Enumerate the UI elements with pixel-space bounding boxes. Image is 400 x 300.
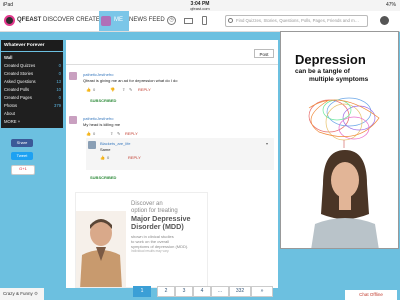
subscribed-button[interactable]: SUBSCRIBED xyxy=(90,175,116,180)
dislike-icon[interactable]: 👎 xyxy=(110,87,115,92)
menu-count: 13 xyxy=(56,79,61,84)
man-portrait-photo xyxy=(76,211,126,287)
reply-button[interactable]: REPLY xyxy=(128,155,141,160)
menu-count: 0 xyxy=(58,71,61,76)
menu-label: Asked Questions xyxy=(4,79,36,84)
avatar[interactable] xyxy=(69,72,77,80)
menu-label: Created Pages xyxy=(4,95,32,100)
post-username[interactable]: patheticJesthefro xyxy=(83,72,113,77)
reply-text: Same xyxy=(100,147,111,152)
facebook-share-button[interactable]: Share xyxy=(11,139,33,147)
divider xyxy=(66,64,278,65)
clock-icon[interactable]: ◷ xyxy=(167,16,176,25)
mail-icon[interactable] xyxy=(184,18,193,24)
ad-sub-4: Individual results may vary. xyxy=(131,249,170,253)
comment-icon[interactable]: ✎ xyxy=(129,87,132,92)
settings-icon[interactable] xyxy=(380,16,389,25)
mobile-icon[interactable] xyxy=(202,16,207,25)
sidebar-advertisement[interactable]: Depression can be a tangle of multiple s… xyxy=(280,31,399,249)
menu-label: About xyxy=(4,111,15,116)
nav-create[interactable]: CREATE xyxy=(76,17,100,23)
like-icon[interactable]: 👍 xyxy=(86,131,91,136)
me-avatar xyxy=(101,16,111,26)
like-count: 0 xyxy=(93,87,96,92)
menu-about[interactable]: About xyxy=(4,111,62,116)
menu-created-stories[interactable]: Created Stories 0 xyxy=(4,71,62,76)
reply-block: Blackets_are_life Same 👍 0 REPLY ▾ xyxy=(86,138,274,170)
menu-label: Created Quizzes xyxy=(4,63,36,68)
next-page-button[interactable]: » xyxy=(251,286,273,297)
post: patheticJesthefro Qfeast is giving me an… xyxy=(66,68,278,108)
menu-label: MORE + xyxy=(4,119,21,124)
page-4-button[interactable]: 4 xyxy=(193,286,211,297)
search-icon xyxy=(228,18,233,23)
chat-user-name: Crazy & Funny xyxy=(3,291,33,296)
like-icon[interactable]: 👍 xyxy=(100,155,105,160)
ios-status-bar: iPad 3:04 PM qfeast.com 47% xyxy=(0,0,400,11)
chat-user-label[interactable]: Crazy & Funny ⚙ xyxy=(0,288,44,300)
nav-discover[interactable]: DISCOVER xyxy=(43,17,74,23)
nav-me-tab[interactable]: ME xyxy=(99,11,129,31)
reply-button[interactable]: REPLY xyxy=(138,87,151,92)
like-count: 0 xyxy=(93,131,96,136)
page-1-button[interactable]: 1 xyxy=(133,286,151,297)
menu-created-pages[interactable]: Created Pages 0 xyxy=(4,95,62,100)
ad-line-1: Discover an xyxy=(131,201,163,207)
comment-icon[interactable]: ✎ xyxy=(117,131,120,136)
battery-level: 47% xyxy=(385,2,396,8)
me-label: ME xyxy=(114,17,123,23)
search-input[interactable]: Find Quizzes, Stories, Questions, Polls,… xyxy=(225,15,368,27)
menu-asked-questions[interactable]: Asked Questions 13 xyxy=(4,79,62,84)
share-icon[interactable]: ⇪ xyxy=(122,87,125,92)
reply-avatar[interactable] xyxy=(88,141,96,149)
page-ellipsis: ... xyxy=(211,286,229,297)
post: patheticJesthefro My head is killing me … xyxy=(66,112,278,186)
menu-label: Created Stories xyxy=(4,71,34,76)
like-icon[interactable]: 👍 xyxy=(86,87,91,92)
menu-count: 0 xyxy=(58,95,61,100)
qfeast-logo-icon[interactable] xyxy=(4,15,15,26)
reply-button[interactable]: REPLY xyxy=(125,131,138,136)
ad-title: Depression xyxy=(295,52,366,67)
nav-news-feed[interactable]: NEWS FEED xyxy=(129,17,165,23)
menu-count: 379 xyxy=(54,103,61,108)
ad-subtitle-1: can be a tangle of xyxy=(295,68,350,75)
top-navbar: QFEAST DISCOVER CREATE ME NEWS FEED ◷ Fi… xyxy=(0,11,400,32)
menu-count: 0 xyxy=(58,63,61,68)
menu-created-quizzes[interactable]: Created Quizzes 0 xyxy=(4,63,62,68)
woman-portrait-photo xyxy=(311,150,379,248)
twitter-tweet-button[interactable]: Tweet xyxy=(11,152,33,160)
menu-label: Photos xyxy=(4,103,18,108)
chat-offline-button[interactable]: Chat Offline xyxy=(345,290,397,300)
share-icon[interactable]: ⇪ xyxy=(110,131,113,136)
post-username[interactable]: patheticJesthefro xyxy=(83,116,113,121)
reply-input-dropdown-icon[interactable]: ▾ xyxy=(266,141,268,146)
menu-count: 10 xyxy=(56,87,61,92)
page-3-button[interactable]: 3 xyxy=(175,286,193,297)
ad-subtitle-2: multiple symptoms xyxy=(309,76,369,83)
ad-headline: Major Depressive Disorder (MDD) xyxy=(131,214,191,231)
google-plus-button[interactable]: G+1 xyxy=(11,165,35,175)
tangled-lines-graphic xyxy=(308,97,380,148)
menu-photos[interactable]: Photos 379 xyxy=(4,103,62,108)
post-button[interactable]: Post xyxy=(254,49,274,58)
menu-more[interactable]: MORE + xyxy=(4,119,62,124)
profile-header[interactable]: Whatever Forever xyxy=(1,40,63,51)
menu-label: Created Polls xyxy=(4,87,30,92)
reply-username[interactable]: Blackets_are_life xyxy=(100,141,130,146)
like-count: 0 xyxy=(107,155,110,160)
post-text: Qfeast is giving me an ad for depression… xyxy=(83,78,178,83)
page-2-button[interactable]: 2 xyxy=(157,286,175,297)
settings-icon[interactable]: ⚙ xyxy=(34,291,38,296)
post-text: My head is killing me xyxy=(83,122,121,127)
menu-wall[interactable]: Wall xyxy=(4,55,62,60)
inline-advertisement[interactable]: Discover an option for treating Major De… xyxy=(75,192,208,288)
wall-feed: Post patheticJesthefro Qfeast is giving … xyxy=(66,40,278,288)
logo-text[interactable]: QFEAST xyxy=(17,17,41,23)
last-page-button[interactable]: 332 xyxy=(229,286,251,297)
profile-menu: Wall Created Quizzes 0 Created Stories 0 A… xyxy=(1,52,63,128)
avatar[interactable] xyxy=(69,116,77,124)
subscribed-button[interactable]: SUBSCRIBED xyxy=(90,98,116,103)
menu-created-polls[interactable]: Created Polls 10 xyxy=(4,87,62,92)
